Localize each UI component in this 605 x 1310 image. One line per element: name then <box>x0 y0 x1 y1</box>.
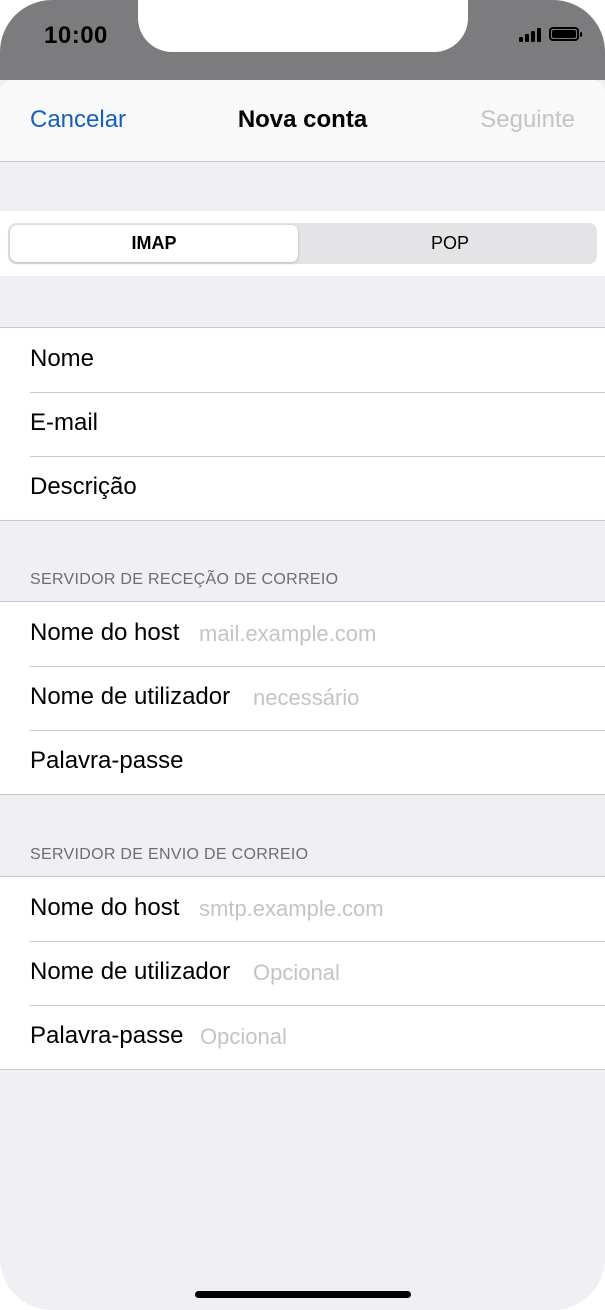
outgoing-server-group: Nome do host smtp.example.com Nome de ut… <box>0 876 605 1070</box>
incoming-hostname-field[interactable]: Nome do host mail.example.com <box>0 602 605 666</box>
incoming-username-field[interactable]: Nome de utilizador necessário <box>0 666 605 730</box>
name-field[interactable]: Nome <box>0 328 605 392</box>
navigation-bar: Cancelar Nova conta Seguinte <box>0 80 605 162</box>
outgoing-username-placeholder: Opcional <box>253 960 340 985</box>
name-label: Nome <box>30 345 95 372</box>
outgoing-hostname-label: Nome do host <box>30 894 180 921</box>
description-label: Descrição <box>30 473 137 500</box>
account-details-group: Nome E-mail Descrição <box>0 327 605 521</box>
incoming-password-label: Palavra-passe <box>30 747 184 774</box>
device-screen: 10:00 Cancelar Nova conta Seguinte IMAP … <box>0 0 605 1310</box>
protocol-segmented-control: IMAP POP <box>8 223 597 264</box>
incoming-hostname-label: Nome do host <box>30 619 180 646</box>
segment-imap[interactable]: IMAP <box>10 225 298 262</box>
outgoing-server-header: SERVIDOR DE ENVIO DE CORREIO <box>30 846 309 863</box>
email-label: E-mail <box>30 409 99 436</box>
protocol-segment-area: IMAP POP <box>0 211 605 276</box>
incoming-password-field[interactable]: Palavra-passe <box>0 730 605 794</box>
segment-pop[interactable]: POP <box>305 225 595 262</box>
battery-icon <box>549 27 582 41</box>
status-bar: 10:00 <box>0 0 605 80</box>
incoming-server-header: SERVIDOR DE RECEÇÃO DE CORREIO <box>30 571 339 588</box>
incoming-username-placeholder: necessário <box>253 685 360 710</box>
outgoing-username-field[interactable]: Nome de utilizador Opcional <box>0 941 605 1005</box>
notch <box>138 0 468 52</box>
signal-icon <box>519 26 541 42</box>
incoming-username-label: Nome de utilizador <box>30 683 231 710</box>
home-indicator[interactable] <box>195 1291 411 1298</box>
status-icons <box>519 26 582 42</box>
outgoing-username-label: Nome de utilizador <box>30 958 231 985</box>
outgoing-password-label: Palavra-passe <box>30 1022 184 1049</box>
outgoing-hostname-placeholder: smtp.example.com <box>199 896 384 921</box>
next-button[interactable]: Seguinte <box>480 106 575 134</box>
incoming-hostname-placeholder: mail.example.com <box>199 621 377 646</box>
status-time: 10:00 <box>44 22 108 49</box>
new-account-sheet: Cancelar Nova conta Seguinte IMAP POP No… <box>0 80 605 1310</box>
incoming-server-group: Nome do host mail.example.com Nome de ut… <box>0 601 605 795</box>
outgoing-password-placeholder: Opcional <box>200 1024 287 1049</box>
outgoing-hostname-field[interactable]: Nome do host smtp.example.com <box>0 877 605 941</box>
email-field[interactable]: E-mail <box>0 392 605 456</box>
description-field[interactable]: Descrição <box>0 456 605 520</box>
outgoing-password-field[interactable]: Palavra-passe Opcional <box>0 1005 605 1069</box>
